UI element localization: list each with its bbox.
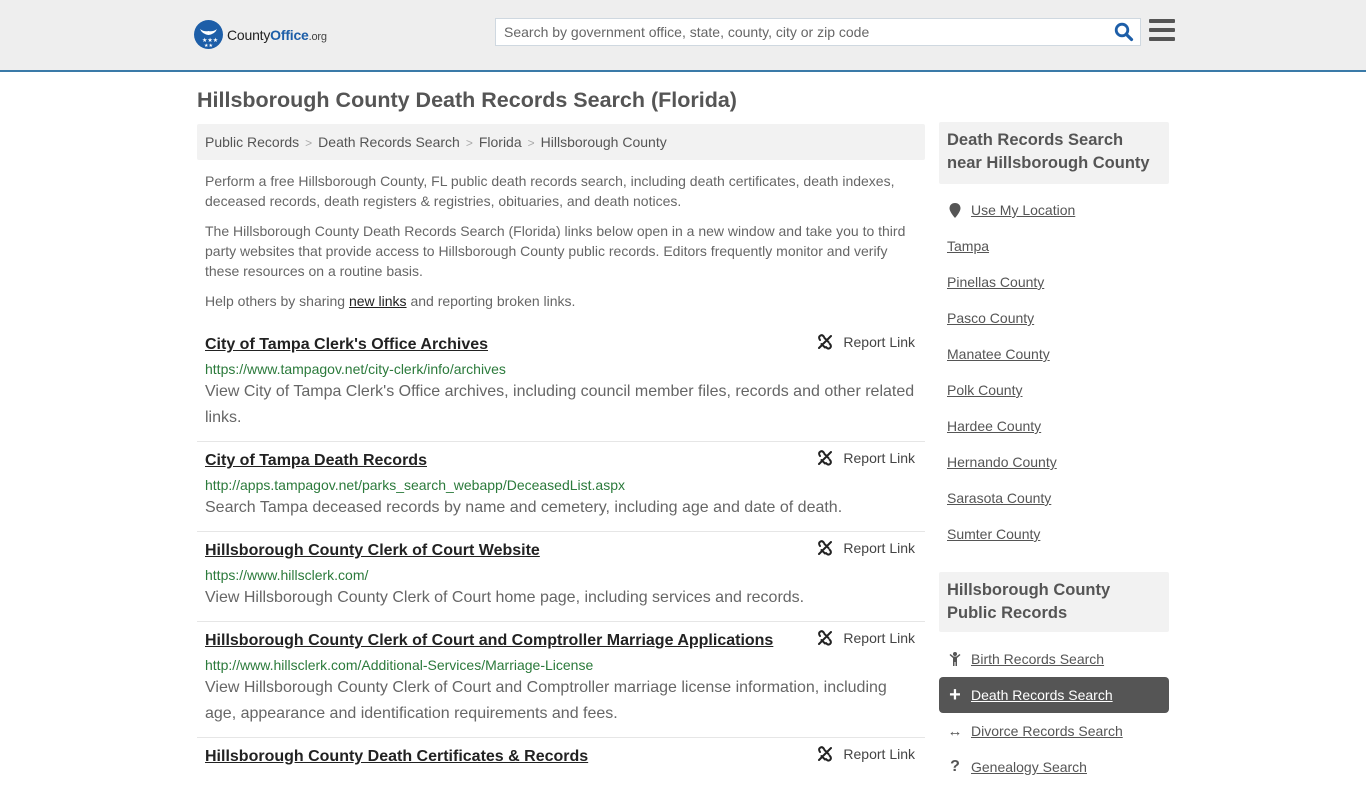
use-my-location-item[interactable]: Use My Location [947,192,1167,228]
breadcrumb-hillsborough-county[interactable]: Hillsborough County [541,134,667,150]
nearby-item[interactable]: Hernando County [947,444,1167,480]
records-link-genealogy[interactable]: Genealogy Search [971,759,1087,775]
broken-link-icon [818,540,833,556]
result-title-link[interactable]: City of Tampa Death Records [205,447,917,475]
nearby-link-pasco[interactable]: Pasco County [947,310,1034,326]
nearby-item[interactable]: Tampa [947,228,1167,264]
nearby-list: Use My Location Tampa Pinellas County Pa… [947,192,1167,552]
breadcrumb-separator: > [527,136,535,150]
result-description: View Hillsborough County Clerk of Court … [205,679,887,722]
result-item: Hillsborough County Clerk of Court and C… [197,622,925,738]
nearby-link-hernando[interactable]: Hernando County [947,454,1057,470]
nearby-item[interactable]: Pinellas County [947,264,1167,300]
search-input[interactable] [496,19,1106,45]
nearby-item[interactable]: Sumter County [947,516,1167,552]
report-link-button[interactable]: Report Link [817,540,915,556]
plus-icon: + [949,683,961,706]
records-link-death[interactable]: Death Records Search [971,687,1113,703]
public-records-list: Birth Records Search + Death Records Sea… [939,641,1169,785]
nearby-item[interactable]: Pasco County [947,300,1167,336]
use-my-location-link[interactable]: Use My Location [971,202,1075,218]
result-url: https://www.tampagov.net/city-clerk/info… [205,361,506,377]
nearby-item[interactable]: Polk County [947,372,1167,408]
result-item: City of Tampa Clerk's Office Archives ht… [197,326,925,442]
breadcrumb-separator: > [305,136,313,150]
broken-link-icon [818,450,833,466]
nearby-link-sumter[interactable]: Sumter County [947,526,1040,542]
records-link-divorce[interactable]: Divorce Records Search [971,723,1123,739]
result-description: View Hillsborough County Clerk of Court … [205,589,805,606]
nearby-link-sarasota[interactable]: Sarasota County [947,490,1051,506]
records-item-death[interactable]: + Death Records Search [939,677,1169,713]
search-icon[interactable] [1114,22,1134,42]
report-link-button[interactable]: Report Link [817,450,915,466]
result-title-link[interactable]: Hillsborough County Clerk of Court Websi… [205,537,917,565]
intro-text: Perform a free Hillsborough County, FL p… [205,171,920,321]
report-link-button[interactable]: Report Link [817,334,915,350]
hamburger-menu-icon[interactable] [1149,19,1175,43]
report-link-label: Report Link [843,746,915,762]
site-logo[interactable]: ★★★ ★★ CountyOffice.org [194,20,327,49]
intro-paragraph: The Hillsborough County Death Records Se… [205,223,906,279]
nearby-item[interactable]: Sarasota County [947,480,1167,516]
nearby-link-pinellas[interactable]: Pinellas County [947,274,1044,290]
result-description: Search Tampa deceased records by name an… [205,499,843,516]
report-link-label: Report Link [843,450,915,466]
result-url: https://www.hillsclerk.com/ [205,567,369,583]
nearby-item[interactable]: Hardee County [947,408,1167,444]
records-link-birth[interactable]: Birth Records Search [971,651,1104,667]
breadcrumb-separator: > [465,136,473,150]
result-title-link[interactable]: Hillsborough County Death Certificates &… [205,743,917,771]
records-item-birth[interactable]: Birth Records Search [939,641,1169,677]
broken-link-icon [818,334,833,350]
logo-text: CountyOffice.org [227,26,327,43]
records-item-genealogy[interactable]: ? Genealogy Search [939,749,1169,785]
site-header: ★★★ ★★ CountyOffice.org [0,0,1366,72]
search-box [495,18,1141,46]
public-records-heading: Hillsborough County Public Records [939,572,1169,632]
help-paragraph: Help others by sharing new links and rep… [205,293,576,309]
nearby-heading: Death Records Search near Hillsborough C… [939,122,1169,184]
result-description: View City of Tampa Clerk's Office archiv… [205,383,915,426]
child-icon [947,652,963,666]
result-item: Hillsborough County Clerk of Court Websi… [197,532,925,622]
new-links-link[interactable]: new links [349,293,407,309]
result-title-link[interactable]: Hillsborough County Clerk of Court and C… [205,627,917,655]
records-item-divorce[interactable]: ↔ Divorce Records Search [939,713,1169,749]
arrows-horizontal-icon: ↔ [947,722,963,740]
nearby-link-manatee[interactable]: Manatee County [947,346,1050,362]
svg-text:★★: ★★ [204,43,213,49]
report-link-label: Report Link [843,630,915,646]
results-list: City of Tampa Clerk's Office Archives ht… [197,326,925,781]
nearby-link-tampa[interactable]: Tampa [947,238,989,254]
page-title: Hillsborough County Death Records Search… [197,88,737,112]
broken-link-icon [818,746,833,762]
breadcrumb-death-records-search[interactable]: Death Records Search [318,134,460,150]
result-title-link[interactable]: City of Tampa Clerk's Office Archives [205,331,917,359]
report-link-button[interactable]: Report Link [817,630,915,646]
nearby-link-polk[interactable]: Polk County [947,382,1022,398]
map-marker-icon [947,202,963,218]
report-link-label: Report Link [843,334,915,350]
result-url: http://apps.tampagov.net/parks_search_we… [205,477,625,493]
broken-link-icon [818,630,833,646]
result-item: Hillsborough County Death Certificates &… [197,738,925,781]
report-link-label: Report Link [843,540,915,556]
question-icon: ? [950,758,960,775]
report-link-button[interactable]: Report Link [817,746,915,762]
intro-paragraph: Perform a free Hillsborough County, FL p… [205,173,895,209]
breadcrumb: Public Records > Death Records Search > Flor… [197,124,925,160]
result-url: http://www.hillsclerk.com/Additional-Ser… [205,657,594,673]
breadcrumb-florida[interactable]: Florida [479,134,522,150]
nearby-item[interactable]: Manatee County [947,336,1167,372]
breadcrumb-public-records[interactable]: Public Records [205,134,299,150]
nearby-link-hardee[interactable]: Hardee County [947,418,1041,434]
result-item: City of Tampa Death Records http://apps.… [197,442,925,532]
logo-eagle-icon: ★★★ ★★ [194,20,223,49]
